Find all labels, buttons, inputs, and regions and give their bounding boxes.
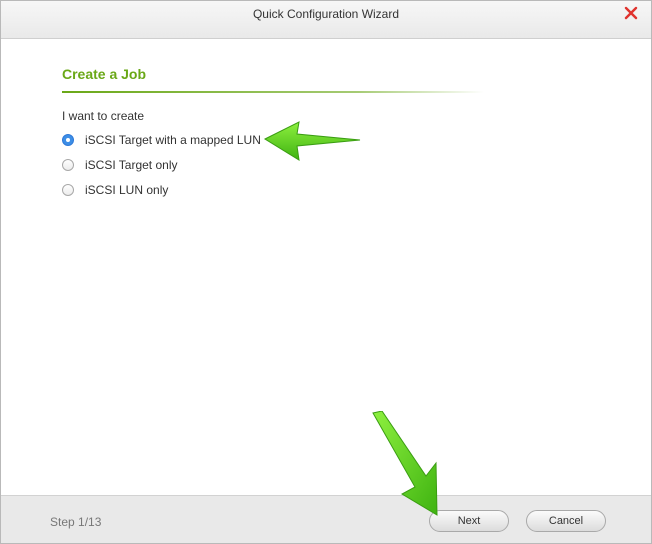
window-title: Quick Configuration Wizard — [252, 7, 400, 21]
cancel-button[interactable]: Cancel — [526, 510, 606, 532]
option-label: iSCSI LUN only — [85, 183, 169, 197]
option-target-only[interactable]: iSCSI Target only — [62, 156, 178, 174]
section-title: Create a Job — [62, 66, 147, 82]
section-divider — [62, 91, 484, 93]
next-button[interactable]: Next — [429, 510, 509, 532]
step-indicator: Step 1/13 — [50, 515, 102, 529]
radio-button[interactable] — [62, 184, 74, 196]
radio-button-selected[interactable] — [62, 134, 74, 146]
option-lun-only[interactable]: iSCSI LUN only — [62, 181, 168, 199]
create-prompt-label: I want to create — [62, 109, 145, 123]
option-target-with-lun[interactable]: iSCSI Target with a mapped LUN — [62, 131, 261, 149]
radio-button[interactable] — [62, 159, 74, 171]
wizard-footer: Step 1/13 Next Cancel — [1, 495, 651, 543]
close-icon[interactable] — [623, 5, 639, 21]
wizard-window: Quick Configuration Wizard Create a Job … — [0, 0, 652, 544]
option-label: iSCSI Target with a mapped LUN — [85, 133, 261, 147]
title-bar: Quick Configuration Wizard — [1, 1, 651, 39]
green-arrow-icon — [263, 121, 361, 161]
option-label: iSCSI Target only — [85, 158, 178, 172]
